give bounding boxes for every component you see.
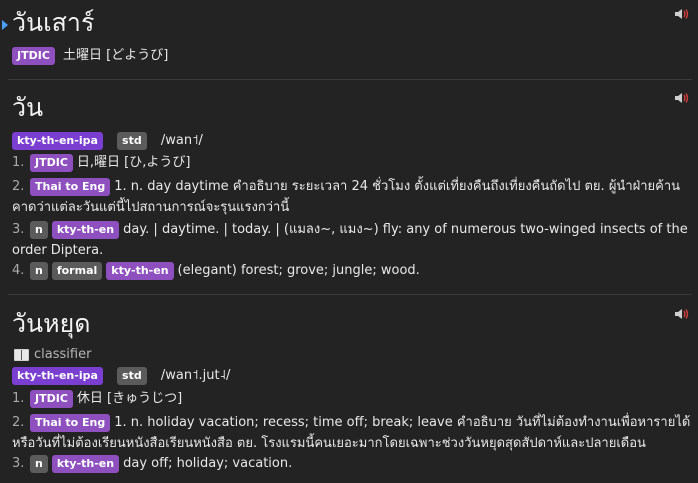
sense-number: 2. [12,415,25,430]
source-tag: JTDIC [30,390,73,408]
source-tag: kty-th-en [106,262,174,280]
entry-title: วัน [12,93,44,122]
sense-text: (elegant) forest; grove; jungle; wood. [177,263,420,278]
triangle-marker-icon [2,20,8,30]
divider [8,79,692,80]
translation-text: 土曜日 [どようび] [63,48,169,63]
sense-item: 3. n kty-th-en day. | daytime. | today. | (… [12,219,692,261]
pronunciation-row: kty-th-en-ipa std /wan˦.jut˨/ [12,366,692,387]
entry-title: วันหยุด [12,309,91,338]
source-tag: kty-th-en [51,455,120,473]
divider [8,294,692,295]
sense-number: 4. [12,263,25,278]
source-tag: Thai to Eng [30,413,111,432]
sense-number: 1. [12,391,25,406]
sense-number: 3. [12,456,25,471]
sense-text: 日,曜日 [ひ,ようび] [76,155,191,170]
entry-title: วันเสาร์ [12,8,95,37]
speaker-icon[interactable] [674,92,690,104]
sense-item: 1. JTDIC 休日 [きゅうじつ] [12,389,692,410]
pronunciation-text: /wan˦.jut˨/ [160,368,231,383]
sense-text: 1. n. day daytime คำอธิบาย ระยะเวลา 24 ช… [12,179,681,215]
pron-source-tag: kty-th-en-ipa [12,132,103,150]
sense-item: 2. Thai to Eng 1. n. holiday vacation; rec… [12,412,692,454]
pronunciation-text: /wan˦/ [160,133,203,148]
source-tag: Thai to Eng [30,177,111,196]
sense-text: day off; holiday; vacation. [123,456,293,471]
sense-item: 4. n formal kty-th-en (elegant) forest; grov… [12,261,692,282]
speaker-icon[interactable] [674,8,690,20]
register-tag: formal [51,262,103,280]
source-tag: kty-th-en [51,220,120,239]
sense-item: 2. Thai to Eng 1. n. day daytime คำอธิบาย … [12,176,692,218]
source-tag: JTDIC [12,47,55,65]
book-icon [14,348,29,361]
pos-tag: n [30,262,48,280]
pron-style-tag: std [117,367,147,385]
sense-text: 1. n. holiday vacation; recess; time off… [12,415,691,451]
sense-item: 3. n kty-th-en day off; holiday; vacation. [12,454,692,475]
classifier-text: classifier [34,347,92,362]
sense-number: 2. [12,179,25,194]
entry-translation-row: JTDIC 土曜日 [どようび] [12,46,692,67]
sense-number: 1. [12,155,25,170]
speaker-icon[interactable] [674,308,690,320]
source-tag: JTDIC [30,154,73,172]
sense-text: 休日 [きゅうじつ] [76,391,183,406]
classifier-label: classifier [14,347,91,362]
pronunciation-row: kty-th-en-ipa std /wan˦/ [12,131,692,152]
pos-tag: n [30,455,48,473]
pos-tag: n [30,220,48,239]
sense-item: 1. JTDIC 日,曜日 [ひ,ようび] [12,153,692,174]
pron-style-tag: std [117,132,147,150]
pron-source-tag: kty-th-en-ipa [12,367,103,385]
sense-number: 3. [12,222,25,237]
